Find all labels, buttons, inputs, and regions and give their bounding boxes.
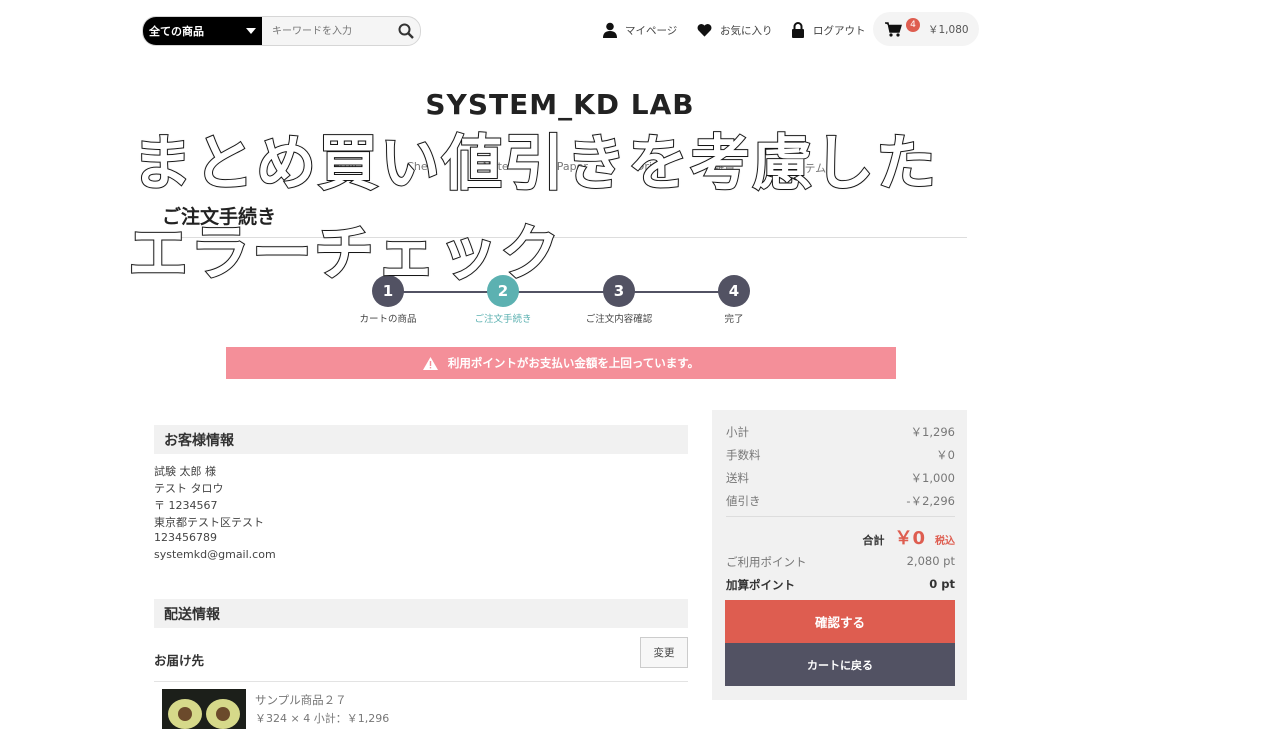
customer-info-heading: お客様情報 — [154, 425, 688, 454]
customer-kana: テスト タロウ — [154, 482, 224, 495]
step-line — [388, 291, 734, 293]
total-label: 合計 — [862, 534, 885, 547]
subtotal-value: ￥1,296 — [910, 425, 955, 439]
customer-phone: 123456789 — [154, 531, 217, 544]
heart-icon — [697, 24, 712, 37]
search-icon — [398, 23, 414, 39]
shipping-row: 送料 ￥1,000 — [726, 470, 955, 486]
step-4-label: 完了 — [724, 314, 744, 325]
user-icon — [603, 22, 617, 38]
points-add-row: 加算ポイント 0 pt — [726, 577, 955, 593]
customer-address: 東京都テスト区テスト — [154, 516, 264, 529]
divider — [154, 681, 688, 682]
fee-label: 手数料 — [726, 448, 761, 462]
points-add-label: 加算ポイント — [726, 578, 795, 592]
total-row: 合計 ￥0 税込 — [726, 524, 955, 550]
favorites-label: お気に入り — [720, 24, 773, 37]
category-select[interactable]: 全ての商品 — [143, 17, 262, 45]
subtotal-row: 小計 ￥1,296 — [726, 424, 955, 440]
mypage-link[interactable]: マイページ — [603, 20, 677, 40]
chevron-down-icon — [246, 28, 256, 34]
warning-icon — [422, 356, 438, 370]
search-button[interactable] — [394, 19, 418, 43]
points-used-label: ご利用ポイント — [726, 555, 807, 569]
search-bar: 全ての商品 — [142, 16, 421, 46]
points-used-value: 2,080 pt — [906, 554, 955, 568]
customer-zip: 〒 1234567 — [154, 499, 218, 512]
category-select-label: 全ての商品 — [149, 25, 204, 38]
favorites-link[interactable]: お気に入り — [697, 20, 773, 40]
points-used-row: ご利用ポイント 2,080 pt — [726, 554, 955, 570]
site-title[interactable]: SYSTEM_KD LAB — [0, 88, 1120, 121]
customer-email: systemkd@gmail.com — [154, 548, 276, 561]
fee-value: ￥0 — [936, 448, 955, 462]
cart-button[interactable]: 4 ￥1,080 — [873, 12, 979, 46]
discount-row: 値引き -￥2,296 — [726, 493, 955, 509]
cart-total: ￥1,080 — [928, 23, 969, 36]
total-value: ￥0 — [894, 528, 925, 549]
discount-value: -￥2,296 — [906, 494, 955, 508]
discount-label: 値引き — [726, 494, 761, 508]
customer-name: 試験 太郎 様 — [154, 465, 216, 478]
error-alert: 利用ポイントがお支払い金額を上回っています。 — [226, 347, 896, 379]
shipping-value: ￥1,000 — [910, 471, 955, 485]
logout-link[interactable]: ログアウト — [791, 20, 866, 40]
caption-line-1: まとめ買い値引きを考慮した — [131, 129, 938, 199]
cart-count-badge: 4 — [906, 18, 920, 32]
change-address-button[interactable]: 変更 — [640, 637, 688, 668]
product-name: サンプル商品２７ — [255, 693, 347, 707]
back-to-cart-button[interactable]: カートに戻る — [725, 643, 955, 686]
order-summary: 小計 ￥1,296 手数料 ￥0 送料 ￥1,000 値引き -￥2,296 合計 ￥0… — [712, 410, 967, 700]
product-thumbnail[interactable] — [162, 689, 246, 729]
step-4-circle: 4 — [718, 275, 750, 307]
tax-label: 税込 — [935, 536, 955, 547]
logout-label: ログアウト — [813, 24, 866, 37]
lock-icon — [792, 22, 804, 38]
caption-line-2: エラーチェック — [127, 219, 562, 289]
shipping-label: 送料 — [726, 471, 749, 485]
destination-label: お届け先 — [154, 653, 205, 668]
cart-icon — [885, 21, 902, 37]
delivery-info-heading: 配送情報 — [154, 599, 688, 628]
error-alert-text: 利用ポイントがお支払い金額を上回っています。 — [447, 356, 700, 370]
fee-row: 手数料 ￥0 — [726, 447, 955, 463]
divider — [726, 516, 955, 517]
subtotal-label: 小計 — [726, 425, 749, 439]
product-detail: ￥324 × 4 小計：￥1,296 — [255, 712, 390, 725]
step-3-circle: 3 — [603, 275, 635, 307]
mypage-label: マイページ — [625, 24, 678, 37]
search-input[interactable] — [262, 24, 394, 38]
confirm-button[interactable]: 確認する — [725, 600, 955, 643]
points-add-value: 0 pt — [929, 577, 955, 591]
